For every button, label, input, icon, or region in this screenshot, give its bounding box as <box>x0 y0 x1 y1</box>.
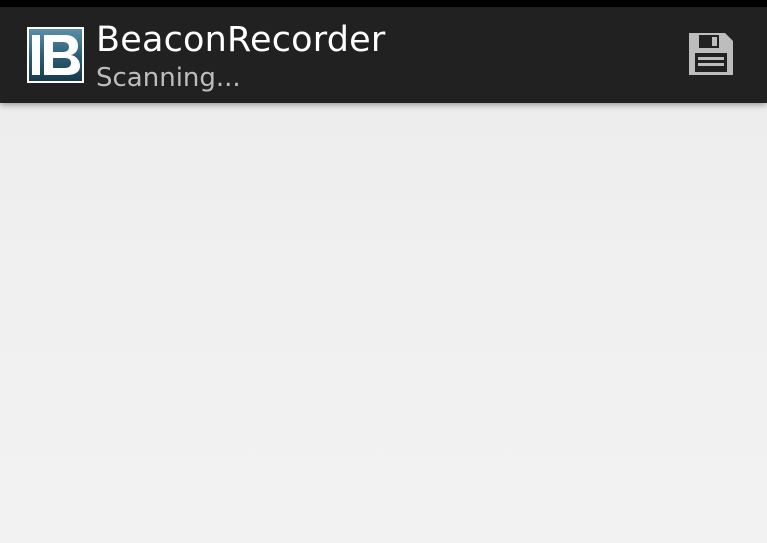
title-block: BeaconRecorder Scanning... <box>96 19 385 95</box>
app-screen: BeaconRecorder Scanning... <box>0 0 767 543</box>
save-floppy-icon <box>687 31 735 81</box>
app-logo-icon[interactable] <box>27 27 84 83</box>
action-bar: BeaconRecorder Scanning... <box>0 7 767 103</box>
app-title: BeaconRecorder <box>96 20 386 60</box>
status-bar-edge <box>0 0 767 7</box>
app-subtitle-status: Scanning... <box>96 63 241 93</box>
save-button[interactable] <box>672 20 750 92</box>
scan-results-area <box>0 103 767 543</box>
